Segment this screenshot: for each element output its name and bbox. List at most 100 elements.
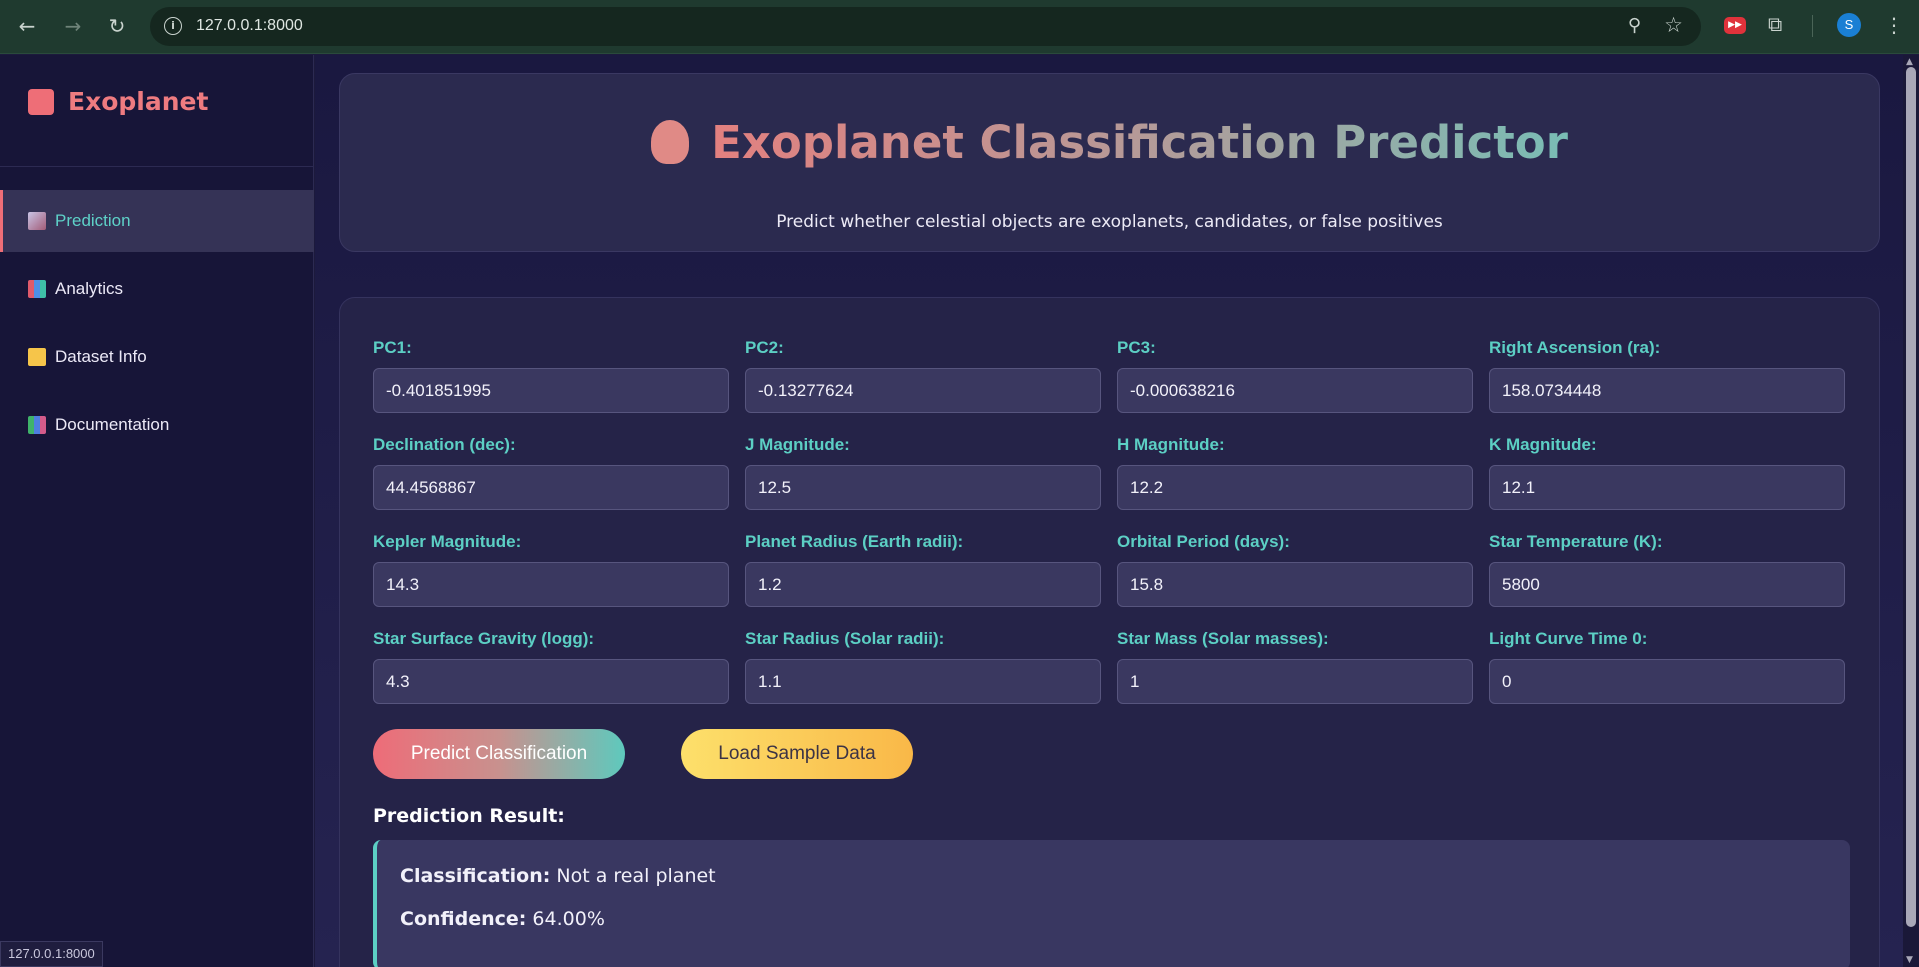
- field-label: H Magnitude:: [1117, 435, 1225, 454]
- classification-value: Not a real planet: [556, 865, 716, 887]
- field-label: Star Radius (Solar radii):: [745, 629, 945, 648]
- field-label: Star Temperature (K):: [1489, 532, 1663, 551]
- sidebar: Exoplanet Prediction Analytics Dataset I…: [0, 55, 314, 967]
- field-star-surface-gravity: Star Surface Gravity (logg): 4.3: [373, 629, 729, 704]
- kepler-magnitude-input[interactable]: 14.3: [373, 562, 729, 607]
- confidence-label: Confidence:: [400, 908, 527, 930]
- scroll-down-icon[interactable]: ▼: [1906, 955, 1913, 965]
- field-j-magnitude: J Magnitude: 12.5: [745, 435, 1101, 510]
- pc2-input[interactable]: -0.13277624: [745, 368, 1101, 413]
- back-icon[interactable]: ←: [14, 13, 40, 39]
- telescope-icon: [28, 212, 46, 230]
- page-subtitle: Predict whether celestial objects are ex…: [776, 212, 1443, 232]
- crystal-ball-icon: [651, 120, 690, 164]
- field-right-ascension: Right Ascension (ra): 158.0734448: [1489, 338, 1845, 413]
- field-label: K Magnitude:: [1489, 435, 1597, 454]
- address-url[interactable]: 127.0.0.1:8000: [196, 17, 303, 35]
- sidebar-item-label: Analytics: [55, 279, 124, 298]
- sidebar-item-analytics[interactable]: Analytics: [0, 258, 314, 320]
- pc3-input[interactable]: -0.000638216: [1117, 368, 1473, 413]
- browser-toolbar: ← → ↻ i 127.0.0.1:8000 ⚲ ☆ ▶▶ ⧉ S ⋮: [0, 0, 1919, 54]
- orbital-period-input[interactable]: 15.8: [1117, 562, 1473, 607]
- field-label: Declination (dec):: [373, 435, 516, 454]
- field-label: Star Mass (Solar masses):: [1117, 629, 1329, 648]
- field-declination: Declination (dec): 44.4568867: [373, 435, 729, 510]
- declination-input[interactable]: 44.4568867: [373, 465, 729, 510]
- sidebar-item-documentation[interactable]: Documentation: [0, 394, 314, 456]
- field-h-magnitude: H Magnitude: 12.2: [1117, 435, 1473, 510]
- result-box: Classification: Not a real planet Confid…: [373, 840, 1850, 967]
- sidebar-item-label: Documentation: [55, 415, 170, 434]
- pc1-input[interactable]: -0.401851995: [373, 368, 729, 413]
- bar-chart-icon: [28, 280, 46, 298]
- main-content: Exoplanet Classification Predictor Predi…: [315, 55, 1903, 967]
- zoom-icon[interactable]: ⚲: [1628, 15, 1641, 36]
- field-label: J Magnitude:: [745, 435, 850, 454]
- bookmark-star-icon[interactable]: ☆: [1664, 13, 1683, 37]
- address-bar[interactable]: i 127.0.0.1:8000 ⚲ ☆: [150, 7, 1701, 46]
- field-label: Planet Radius (Earth radii):: [745, 532, 964, 551]
- page-title-text: Exoplanet Classification Predictor: [711, 116, 1568, 169]
- browser-menu-icon[interactable]: ⋮: [1884, 13, 1904, 37]
- field-star-radius: Star Radius (Solar radii): 1.1: [745, 629, 1101, 704]
- toolbar-divider: [1812, 15, 1813, 37]
- site-info-icon[interactable]: i: [164, 17, 182, 35]
- hero-header: Exoplanet Classification Predictor Predi…: [339, 73, 1880, 252]
- field-orbital-period: Orbital Period (days): 15.8: [1117, 532, 1473, 607]
- field-pc1: PC1: -0.401851995: [373, 338, 729, 413]
- light-curve-time0-input[interactable]: 0: [1489, 659, 1845, 704]
- sidebar-divider: [0, 166, 314, 167]
- status-url-tooltip: 127.0.0.1:8000: [0, 941, 103, 967]
- sidebar-item-label: Dataset Info: [55, 347, 147, 366]
- planet-radius-input[interactable]: 1.2: [745, 562, 1101, 607]
- field-label: PC1:: [373, 338, 412, 357]
- field-planet-radius: Planet Radius (Earth radii): 1.2: [745, 532, 1101, 607]
- load-sample-data-button[interactable]: Load Sample Data: [681, 729, 913, 779]
- profile-avatar[interactable]: S: [1837, 13, 1861, 37]
- brand[interactable]: Exoplanet: [28, 87, 208, 116]
- star-temperature-input[interactable]: 5800: [1489, 562, 1845, 607]
- field-k-magnitude: K Magnitude: 12.1: [1489, 435, 1845, 510]
- h-magnitude-input[interactable]: 12.2: [1117, 465, 1473, 510]
- result-heading: Prediction Result:: [373, 805, 565, 827]
- k-magnitude-input[interactable]: 12.1: [1489, 465, 1845, 510]
- star-surface-gravity-input[interactable]: 4.3: [373, 659, 729, 704]
- right-ascension-input[interactable]: 158.0734448: [1489, 368, 1845, 413]
- field-label: PC3:: [1117, 338, 1156, 357]
- page-title: Exoplanet Classification Predictor: [340, 116, 1879, 169]
- star-radius-input[interactable]: 1.1: [745, 659, 1101, 704]
- forward-icon[interactable]: →: [60, 13, 86, 39]
- extensions-puzzle-icon[interactable]: ⧉: [1768, 12, 1782, 36]
- brand-logo-icon: [28, 88, 54, 115]
- field-star-temperature: Star Temperature (K): 5800: [1489, 532, 1845, 607]
- field-pc3: PC3: -0.000638216: [1117, 338, 1473, 413]
- field-light-curve-time0: Light Curve Time 0: 0: [1489, 629, 1845, 704]
- field-kepler-magnitude: Kepler Magnitude: 14.3: [373, 532, 729, 607]
- field-label: Right Ascension (ra):: [1489, 338, 1661, 357]
- classification-line: Classification: Not a real planet: [400, 865, 716, 887]
- confidence-line: Confidence: 64.00%: [400, 908, 605, 930]
- field-label: Light Curve Time 0:: [1489, 629, 1648, 648]
- brand-name: Exoplanet: [68, 87, 209, 116]
- prediction-form-panel: PC1: -0.401851995 PC2: -0.13277624 PC3: …: [339, 297, 1880, 967]
- sidebar-item-prediction[interactable]: Prediction: [0, 190, 314, 252]
- j-magnitude-input[interactable]: 12.5: [745, 465, 1101, 510]
- reload-icon[interactable]: ↻: [104, 13, 130, 39]
- field-star-mass: Star Mass (Solar masses): 1: [1117, 629, 1473, 704]
- field-label: Star Surface Gravity (logg):: [373, 629, 595, 648]
- star-mass-input[interactable]: 1: [1117, 659, 1473, 704]
- sidebar-item-dataset-info[interactable]: Dataset Info: [0, 326, 314, 388]
- classification-label: Classification:: [400, 865, 551, 887]
- page-scrollbar[interactable]: ▲ ▼: [1903, 55, 1919, 967]
- field-label: Kepler Magnitude:: [373, 532, 522, 551]
- field-label: Orbital Period (days):: [1117, 532, 1290, 551]
- youtube-extension-icon[interactable]: ▶▶: [1724, 17, 1746, 34]
- scroll-up-icon[interactable]: ▲: [1906, 57, 1913, 67]
- scrollbar-thumb[interactable]: [1906, 67, 1916, 927]
- books-icon: [28, 416, 46, 434]
- predict-classification-button[interactable]: Predict Classification: [373, 729, 625, 779]
- confidence-value: 64.00%: [532, 908, 605, 930]
- field-pc2: PC2: -0.13277624: [745, 338, 1101, 413]
- field-label: PC2:: [745, 338, 784, 357]
- sidebar-item-label: Prediction: [55, 211, 131, 230]
